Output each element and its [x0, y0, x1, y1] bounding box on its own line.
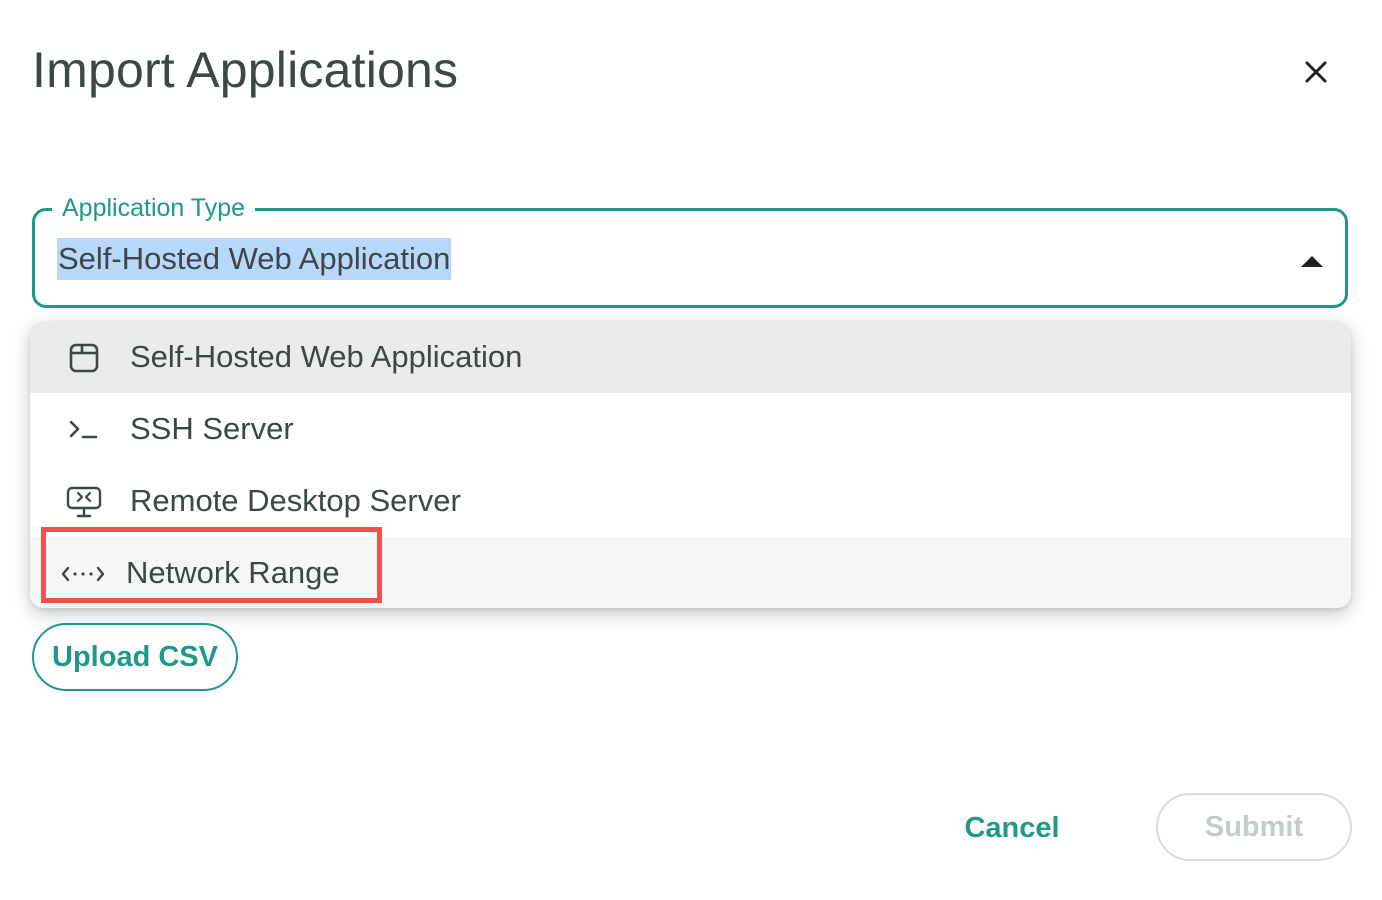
menu-item-label: Self-Hosted Web Application	[130, 339, 523, 374]
close-icon	[1305, 61, 1327, 83]
application-type-value: Self-Hosted Web Application	[57, 238, 452, 280]
upload-csv-button[interactable]: Upload CSV	[32, 623, 238, 691]
dialog-title: Import Applications	[32, 42, 459, 98]
remote-desktop-icon	[66, 486, 102, 518]
menu-item-network-range[interactable]: Network Range	[30, 537, 1351, 608]
cancel-button[interactable]: Cancel	[956, 794, 1068, 862]
browser-window-icon	[69, 343, 99, 373]
application-type-menu: Self-Hosted Web Application SSH Server R…	[30, 321, 1351, 608]
close-button[interactable]	[1298, 54, 1334, 90]
menu-item-remote-desktop-server[interactable]: Remote Desktop Server	[30, 465, 1351, 537]
menu-item-label: Network Range	[126, 555, 340, 590]
menu-item-self-hosted-web-application[interactable]: Self-Hosted Web Application	[30, 321, 1351, 393]
network-range-icon	[61, 566, 105, 582]
caret-up-icon	[1301, 256, 1323, 267]
menu-item-label: Remote Desktop Server	[130, 483, 461, 518]
import-applications-dialog: Import Applications Application Type Sel…	[0, 0, 1382, 900]
submit-button[interactable]: Submit	[1156, 793, 1352, 861]
menu-item-ssh-server[interactable]: SSH Server	[30, 393, 1351, 465]
menu-item-label: SSH Server	[130, 411, 294, 446]
terminal-icon	[69, 420, 98, 439]
application-type-label: Application Type	[52, 194, 255, 222]
application-type-select[interactable]: Application Type Self-Hosted Web Applica…	[32, 194, 1348, 308]
